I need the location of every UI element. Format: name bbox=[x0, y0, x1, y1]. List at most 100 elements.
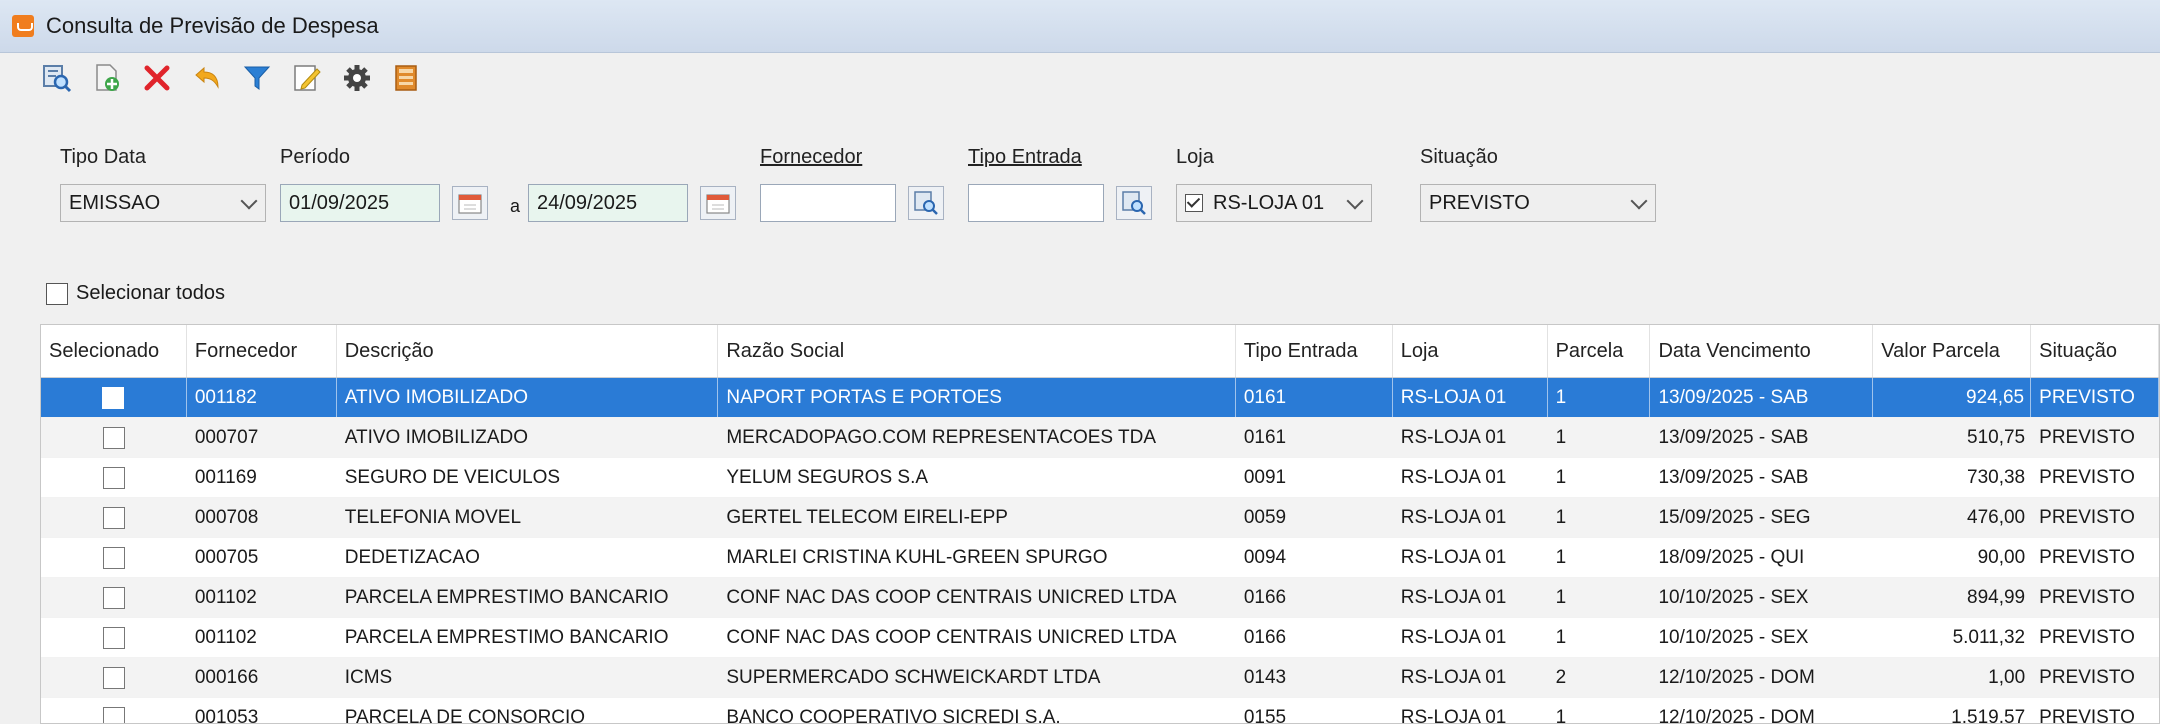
cell-loja: RS-LOJA 01 bbox=[1393, 578, 1548, 617]
cell-tipo: 0155 bbox=[1236, 698, 1393, 724]
calendar-icon bbox=[706, 192, 730, 214]
row-select-checkbox[interactable] bbox=[103, 667, 125, 689]
situacao-label: Situação bbox=[1420, 146, 1498, 169]
undo-icon bbox=[192, 63, 222, 93]
cell-descricao: SEGURO DE VEICULOS bbox=[337, 458, 719, 497]
fornecedor-lookup-button[interactable] bbox=[908, 186, 944, 220]
periodo-end-calendar-button[interactable] bbox=[700, 186, 736, 220]
table-row[interactable]: 000705DEDETIZACAOMARLEI CRISTINA KUHL-GR… bbox=[41, 538, 2159, 578]
select-all-label: Selecionar todos bbox=[76, 282, 225, 305]
column-header[interactable]: Selecionado bbox=[41, 325, 187, 377]
cell-vencimento: 10/10/2025 - SEX bbox=[1650, 618, 1873, 657]
table-row[interactable]: 001182ATIVO IMOBILIZADONAPORT PORTAS E P… bbox=[41, 378, 2159, 418]
table-row[interactable]: 001053PARCELA DE CONSORCIOBANCO COOPERAT… bbox=[41, 698, 2159, 724]
row-select-checkbox[interactable] bbox=[103, 467, 125, 489]
select-all-checkbox[interactable] bbox=[46, 283, 68, 305]
cell-valor: 90,00 bbox=[1873, 538, 2031, 577]
filter-button[interactable] bbox=[240, 61, 274, 95]
row-select-checkbox[interactable] bbox=[103, 627, 125, 649]
cell-descricao: ATIVO IMOBILIZADO bbox=[337, 418, 719, 457]
cell-descricao: DEDETIZACAO bbox=[337, 538, 719, 577]
cell-situacao: PREVISTO bbox=[2031, 698, 2159, 724]
situacao-value: PREVISTO bbox=[1429, 192, 1530, 215]
cell-vencimento: 10/10/2025 - SEX bbox=[1650, 578, 1873, 617]
periodo-end-input[interactable]: 24/09/2025 bbox=[528, 184, 688, 222]
table-row[interactable]: 001102PARCELA EMPRESTIMO BANCARIOCONF NA… bbox=[41, 618, 2159, 658]
undo-button[interactable] bbox=[190, 61, 224, 95]
loja-checkbox[interactable] bbox=[1185, 194, 1203, 212]
cell-fornecedor: 000708 bbox=[187, 498, 337, 537]
cell-razao: NAPORT PORTAS E PORTOES bbox=[718, 378, 1236, 417]
tipo-entrada-input[interactable] bbox=[968, 184, 1104, 222]
cell-vencimento: 13/09/2025 - SAB bbox=[1650, 418, 1873, 457]
row-select-checkbox[interactable] bbox=[102, 387, 124, 409]
column-header[interactable]: Fornecedor bbox=[187, 325, 337, 377]
delete-icon bbox=[142, 63, 172, 93]
filter-panel: Tipo Data EMISSAO Período 01/09/2025 a 2… bbox=[44, 140, 2144, 240]
tipo-entrada-label[interactable]: Tipo Entrada bbox=[968, 146, 1082, 169]
column-header[interactable]: Loja bbox=[1393, 325, 1548, 377]
cell-loja: RS-LOJA 01 bbox=[1393, 538, 1548, 577]
row-select-cell bbox=[41, 498, 187, 537]
cell-situacao: PREVISTO bbox=[2031, 658, 2159, 697]
periodo-start-calendar-button[interactable] bbox=[452, 186, 488, 220]
cell-vencimento: 13/09/2025 - SAB bbox=[1650, 458, 1873, 497]
periodo-end-value: 24/09/2025 bbox=[537, 192, 637, 215]
cell-descricao: TELEFONIA MOVEL bbox=[337, 498, 719, 537]
loja-select[interactable]: RS-LOJA 01 bbox=[1176, 184, 1372, 222]
edit-button[interactable] bbox=[290, 61, 324, 95]
report-button[interactable] bbox=[390, 61, 424, 95]
row-select-checkbox[interactable] bbox=[103, 587, 125, 609]
column-header[interactable]: Descrição bbox=[337, 325, 719, 377]
row-select-checkbox[interactable] bbox=[103, 547, 125, 569]
cell-valor: 894,99 bbox=[1873, 578, 2031, 617]
table-row[interactable]: 000708TELEFONIA MOVELGERTEL TELECOM EIRE… bbox=[41, 498, 2159, 538]
column-header[interactable]: Situação bbox=[2031, 325, 2159, 377]
row-select-checkbox[interactable] bbox=[103, 427, 125, 449]
cell-razao: SUPERMERCADO SCHWEICKARDT LTDA bbox=[718, 658, 1236, 697]
table-row[interactable]: 000707ATIVO IMOBILIZADOMERCADOPAGO.COM R… bbox=[41, 418, 2159, 458]
grid-header: SelecionadoFornecedorDescriçãoRazão Soci… bbox=[41, 325, 2159, 378]
tipo-data-select[interactable]: EMISSAO bbox=[60, 184, 266, 222]
table-row[interactable]: 001169SEGURO DE VEICULOSYELUM SEGUROS S.… bbox=[41, 458, 2159, 498]
cell-loja: RS-LOJA 01 bbox=[1393, 498, 1548, 537]
column-header[interactable]: Data Vencimento bbox=[1650, 325, 1873, 377]
column-header[interactable]: Razão Social bbox=[718, 325, 1236, 377]
column-header[interactable]: Tipo Entrada bbox=[1236, 325, 1393, 377]
cell-situacao: PREVISTO bbox=[2031, 458, 2159, 497]
fornecedor-input[interactable] bbox=[760, 184, 896, 222]
tipo-entrada-lookup-button[interactable] bbox=[1116, 186, 1152, 220]
column-header[interactable]: Valor Parcela bbox=[1873, 325, 2031, 377]
column-header[interactable]: Parcela bbox=[1548, 325, 1651, 377]
row-select-checkbox[interactable] bbox=[103, 707, 125, 724]
cell-fornecedor: 001102 bbox=[187, 618, 337, 657]
table-row[interactable]: 001102PARCELA EMPRESTIMO BANCARIOCONF NA… bbox=[41, 578, 2159, 618]
row-select-cell bbox=[41, 458, 187, 497]
select-all-control[interactable]: Selecionar todos bbox=[46, 282, 225, 305]
settings-button[interactable] bbox=[340, 61, 374, 95]
search-icon bbox=[913, 190, 939, 216]
loja-value: RS-LOJA 01 bbox=[1213, 192, 1324, 215]
search-button[interactable] bbox=[40, 61, 74, 95]
cell-vencimento: 15/09/2025 - SEG bbox=[1650, 498, 1873, 537]
row-select-checkbox[interactable] bbox=[103, 507, 125, 529]
cell-descricao: PARCELA EMPRESTIMO BANCARIO bbox=[337, 578, 719, 617]
cell-tipo: 0166 bbox=[1236, 578, 1393, 617]
cell-fornecedor: 001102 bbox=[187, 578, 337, 617]
row-select-cell bbox=[41, 538, 187, 577]
new-document-button[interactable] bbox=[90, 61, 124, 95]
cell-tipo: 0091 bbox=[1236, 458, 1393, 497]
cell-fornecedor: 001169 bbox=[187, 458, 337, 497]
delete-button[interactable] bbox=[140, 61, 174, 95]
gear-icon bbox=[342, 63, 372, 93]
cell-loja: RS-LOJA 01 bbox=[1393, 618, 1548, 657]
periodo-start-input[interactable]: 01/09/2025 bbox=[280, 184, 440, 222]
fornecedor-label[interactable]: Fornecedor bbox=[760, 146, 862, 169]
row-select-cell bbox=[41, 698, 187, 724]
tipo-data-label: Tipo Data bbox=[60, 146, 146, 169]
cell-valor: 476,00 bbox=[1873, 498, 2031, 537]
cell-valor: 5.011,32 bbox=[1873, 618, 2031, 657]
table-row[interactable]: 000166ICMSSUPERMERCADO SCHWEICKARDT LTDA… bbox=[41, 658, 2159, 698]
cell-valor: 924,65 bbox=[1873, 378, 2031, 417]
situacao-select[interactable]: PREVISTO bbox=[1420, 184, 1656, 222]
